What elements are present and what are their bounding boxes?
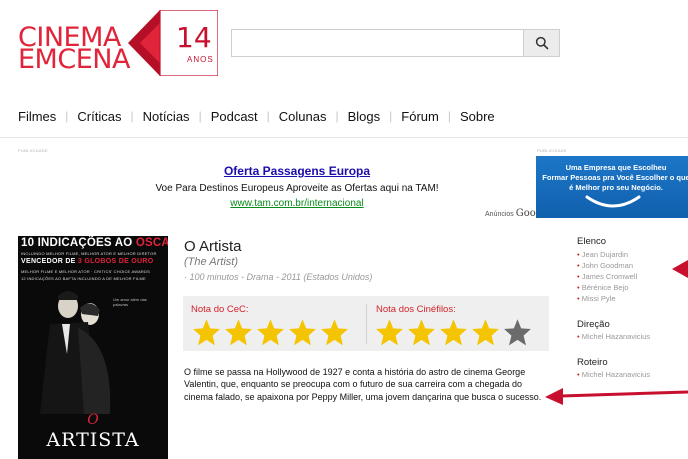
writer-name: Michel Hazanavicius	[581, 370, 651, 379]
bullet: •	[577, 294, 580, 303]
star-filled-icon	[193, 319, 220, 346]
poster-line-4: MELHOR FILME E MELHOR ATOR · CRITICS' CH…	[21, 269, 150, 274]
poster-headline: 10 INDICAÇÕES AO OSCAR	[21, 237, 168, 249]
bullet: •	[577, 370, 580, 379]
cast-name: John Goodman	[581, 261, 634, 270]
nav-separator: |	[266, 109, 270, 123]
direcao-heading: Direção	[577, 319, 610, 330]
ad-attribution-label: Anúncios	[485, 211, 514, 218]
search-input[interactable]	[231, 29, 523, 57]
bullet: •	[577, 283, 580, 292]
nav-separator: |	[335, 109, 339, 123]
banner-line-1: Uma Empresa que Escolheu	[565, 163, 667, 172]
poster-line-2: INCLUINDO MELHOR FILME, MELHOR ATOR E ME…	[21, 251, 157, 256]
director-item[interactable]: • Michel Hazanavicius	[577, 332, 688, 341]
cast-name: Missi Pyle	[581, 294, 616, 303]
director-name: Michel Hazanavicius	[581, 332, 651, 341]
cast-item[interactable]: • Bérénice Bejo	[577, 283, 688, 294]
star-filled-icon	[440, 319, 467, 346]
search-button[interactable]	[523, 29, 560, 57]
poster-headline-pre: 10 INDICAÇÕES AO	[21, 237, 136, 249]
nav-separator: |	[447, 109, 451, 123]
star-filled-icon	[472, 319, 499, 346]
star-filled-icon	[225, 319, 252, 346]
poster-line-3-pre: VENCEDOR DE	[21, 258, 78, 265]
nav-divider	[0, 137, 688, 138]
smile-swoosh-icon	[585, 195, 641, 208]
poster-title: ARTISTA	[46, 429, 140, 451]
logo-text-emcena: EMCENA	[18, 44, 130, 75]
elenco-heading: Elenco	[577, 236, 607, 247]
poster-title-o: O	[87, 412, 99, 428]
main-nav: Filmes | Críticas | Notícias | Podcast | Col…	[18, 107, 495, 125]
movie-meta: · 100 minutos - Drama - 2011 (Estados Un…	[184, 272, 373, 282]
poster-line-3-red: 3 GLOBOS DE OURO	[77, 258, 154, 265]
cinefilos-rating-stars[interactable]	[374, 318, 534, 346]
roteiro-heading: Roteiro	[577, 357, 608, 368]
ad-text: Voe Para Destinos Europeus Aproveite as …	[155, 183, 439, 194]
nav-separator: |	[389, 109, 393, 123]
movie-poster[interactable]: 10 INDICAÇÕES AO OSCAR INCLUINDO MELHOR …	[18, 236, 168, 459]
logo-years-label: ANOS	[187, 55, 214, 64]
cast-name: Bérénice Bejo	[581, 283, 629, 292]
writer-item[interactable]: • Michel Hazanavicius	[577, 370, 688, 379]
poster-line-5: 12 INDICAÇÕES AO BAFTA INCLUINDO A DE ME…	[21, 276, 146, 281]
nav-item-blogs[interactable]: Blogs	[348, 109, 381, 124]
cinefilos-rating-label: Nota dos Cinéfilos:	[376, 304, 456, 315]
nav-item-criticas[interactable]: Críticas	[77, 109, 121, 124]
star-filled-icon	[289, 319, 316, 346]
nav-item-podcast[interactable]: Podcast	[211, 109, 258, 124]
bullet: •	[577, 332, 580, 341]
bullet: •	[577, 272, 580, 281]
nav-item-sobre[interactable]: Sobre	[460, 109, 495, 124]
logo-years: 14	[176, 21, 212, 54]
ad-label-left: PUBLICIDADE	[18, 148, 48, 153]
star-filled-icon	[408, 319, 435, 346]
movie-synopsis: O filme se passa na Hollywood de 1927 e …	[184, 367, 542, 402]
nav-separator: |	[130, 109, 134, 123]
poster-headline-oscar: OSCAR	[135, 237, 168, 249]
nav-item-filmes[interactable]: Filmes	[18, 109, 56, 124]
bullet: •	[577, 250, 580, 259]
annotation-arrow-icon	[672, 260, 688, 278]
star-filled-icon	[321, 319, 348, 346]
nav-item-forum[interactable]: Fórum	[401, 109, 439, 124]
cec-rating-label: Nota do CeC:	[191, 304, 249, 315]
star-filled-icon	[376, 319, 403, 346]
cast-item[interactable]: • Missi Pyle	[577, 294, 688, 305]
annotation-arrow-icon	[545, 388, 688, 405]
star-filled-icon	[257, 319, 284, 346]
ratings-panel: Nota do CeC: Nota dos Cinéfilos:	[183, 296, 549, 351]
poster-couple-illustration	[40, 291, 111, 414]
site-logo[interactable]: CINEMA EMCENA 14 ANOS	[18, 10, 218, 76]
ad-banner[interactable]: Uma Empresa que Escolheu Formar Pessoas …	[536, 156, 688, 218]
cast-name: Jean Dujardin	[581, 250, 629, 259]
star-empty-icon	[504, 319, 531, 346]
banner-line-3: é Melhor pro seu Negócio.	[569, 183, 663, 192]
cast-name: James Cromwell	[581, 272, 638, 281]
bullet: •	[577, 261, 580, 270]
cec-rating-stars	[191, 318, 351, 346]
ad-label-right: PUBLICIDADE	[537, 148, 567, 153]
poster-line-3: VENCEDOR DE 3 GLOBOS DE OURO	[21, 258, 153, 265]
ratings-divider	[366, 304, 367, 344]
search-icon	[535, 36, 548, 50]
nav-separator: |	[65, 109, 69, 123]
ad-title-link[interactable]: Oferta Passagens Europa	[0, 164, 594, 178]
banner-line-2: Formar Pessoas pra Você Escolher o que	[542, 173, 688, 182]
movie-original-title: (The Artist)	[184, 256, 238, 268]
nav-item-colunas[interactable]: Colunas	[279, 109, 327, 124]
nav-item-noticias[interactable]: Notícias	[143, 109, 190, 124]
nav-separator: |	[198, 109, 202, 123]
movie-title: O Artista	[184, 238, 242, 255]
